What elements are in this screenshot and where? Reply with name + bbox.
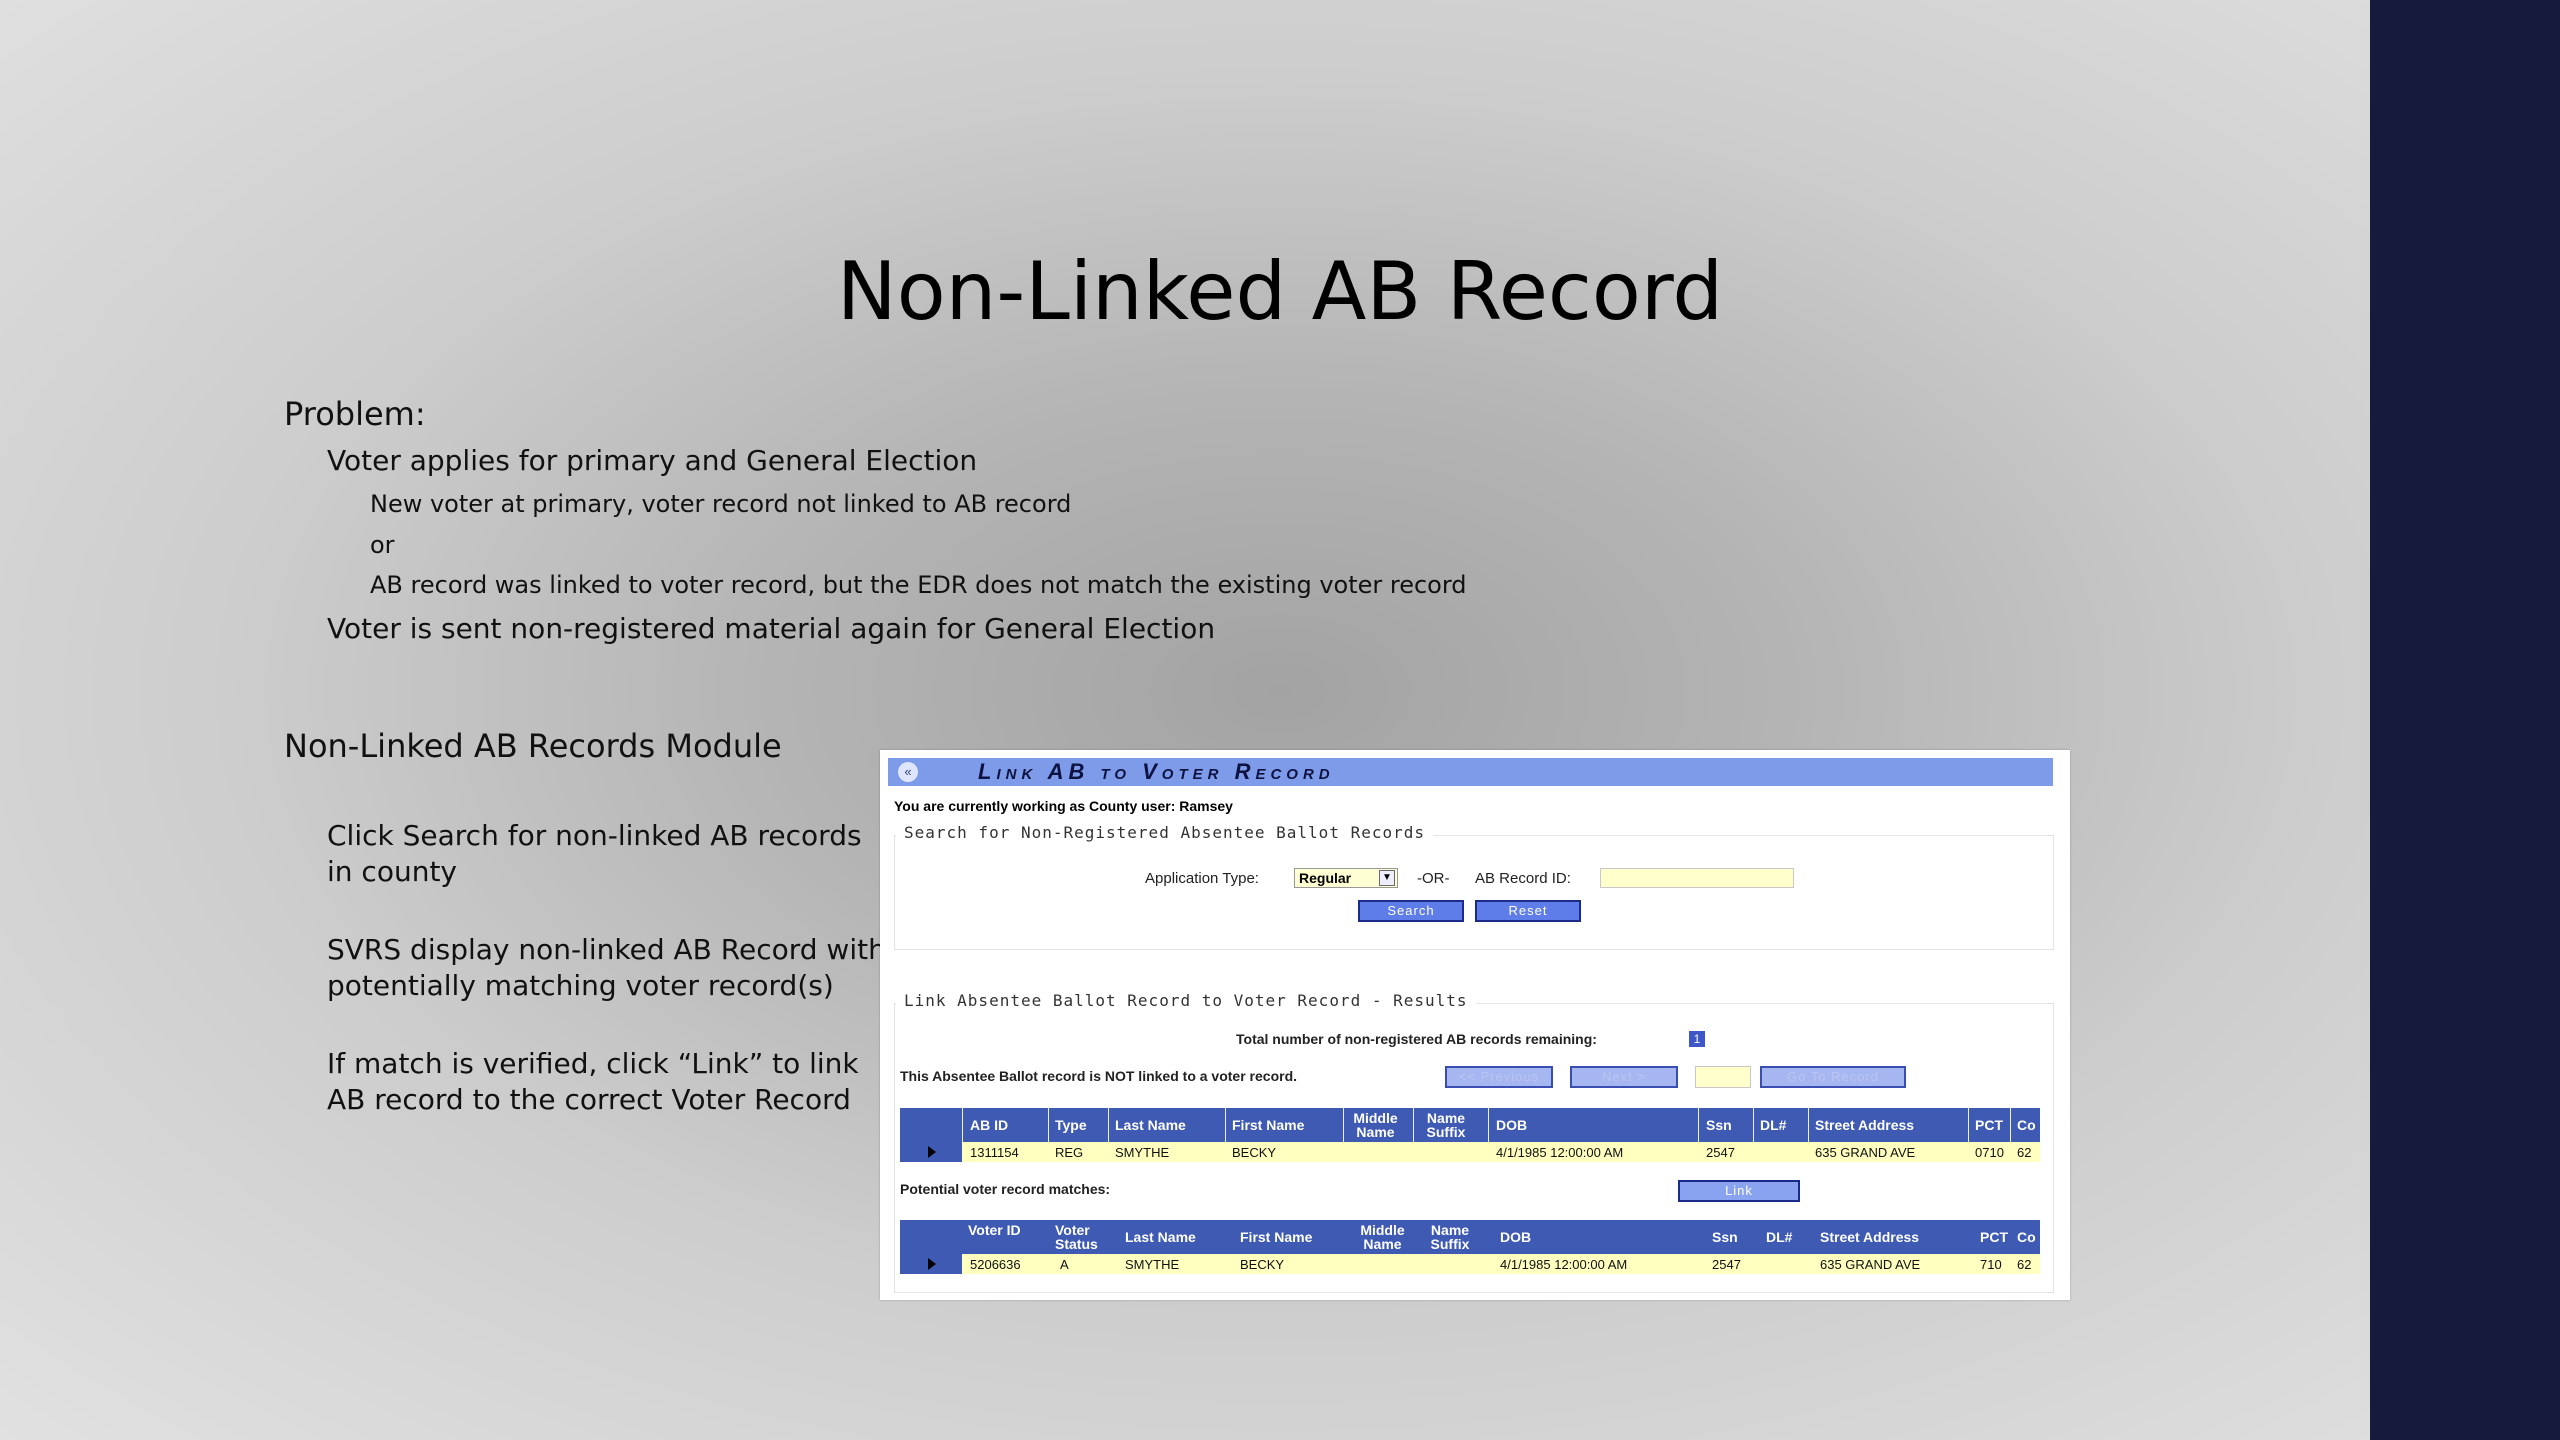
- ab-record-id-input[interactable]: [1600, 868, 1794, 888]
- ab-record-row[interactable]: 1311154 REG SMYTHE BECKY 4/1/1985 12:00:…: [900, 1142, 2040, 1162]
- next-button[interactable]: Next >: [1570, 1066, 1678, 1088]
- problem-line-1: Voter applies for primary and General El…: [327, 444, 978, 477]
- col-pct: PCT: [1980, 1229, 2008, 1245]
- play-arrow-icon: [928, 1258, 936, 1270]
- go-to-record-button[interactable]: Go To Record: [1760, 1066, 1906, 1088]
- cell-ssn: 2547: [1712, 1257, 1741, 1272]
- slide-title: Non-Linked AB Record: [836, 245, 1724, 338]
- cell-last-name: SMYTHE: [1115, 1145, 1170, 1160]
- total-remaining-count: 1: [1689, 1031, 1705, 1047]
- cell-co: 62: [2017, 1145, 2032, 1160]
- col-dob: DOB: [1500, 1229, 1532, 1245]
- ab-record-table-header: AB ID Type Last Name First Name Middle N…: [900, 1108, 2040, 1142]
- cell-pct: 0710: [1975, 1145, 2004, 1160]
- col-first-name: First Name: [1240, 1229, 1313, 1245]
- col-first-name: First Name: [1232, 1117, 1305, 1133]
- col-dl: DL#: [1766, 1229, 1793, 1245]
- col-dob: DOB: [1496, 1117, 1528, 1133]
- cell-dob: 4/1/1985 12:00:00 AM: [1496, 1145, 1624, 1160]
- problem-sub-2: AB record was linked to voter record, bu…: [370, 571, 1467, 599]
- module-heading: Non-Linked AB Records Module: [284, 727, 782, 765]
- col-ssn: Ssn: [1712, 1229, 1738, 1245]
- search-section-legend: Search for Non-Registered Absentee Ballo…: [896, 823, 1434, 842]
- results-section-legend: Link Absentee Ballot Record to Voter Rec…: [896, 991, 1476, 1010]
- cell-dob: 4/1/1985 12:00:00 AM: [1500, 1257, 1628, 1272]
- app-screenshot: « Link AB to Voter Record You are curren…: [880, 750, 2070, 1300]
- cell-street-address: 635 GRAND AVE: [1815, 1145, 1916, 1160]
- cell-first-name: BECKY: [1240, 1257, 1285, 1272]
- step-2: SVRS display non-linked AB Record with p…: [327, 933, 886, 1002]
- col-voter-status: Voter Status: [1055, 1222, 1098, 1252]
- collapse-icon[interactable]: «: [898, 762, 918, 782]
- col-ab-id: AB ID: [970, 1117, 1009, 1133]
- link-button[interactable]: Link: [1678, 1180, 1800, 1202]
- problem-heading: Problem:: [284, 395, 426, 433]
- cell-last-name: SMYTHE: [1125, 1257, 1180, 1272]
- col-street-address: Street Address: [1815, 1117, 1915, 1133]
- col-street-address: Street Address: [1820, 1229, 1920, 1245]
- row-selector[interactable]: [900, 1142, 962, 1162]
- application-type-value: Regular: [1299, 870, 1352, 886]
- play-arrow-icon: [928, 1146, 936, 1158]
- col-ssn: Ssn: [1706, 1117, 1732, 1133]
- col-voter-id: Voter ID: [968, 1222, 1021, 1238]
- right-decorative-band: [2370, 0, 2560, 1440]
- current-user-line: You are currently working as County user…: [894, 798, 1233, 814]
- col-type: Type: [1055, 1117, 1087, 1133]
- col-middle-name: Middle Name: [1353, 1110, 1398, 1140]
- problem-or: or: [370, 531, 395, 559]
- cell-ssn: 2547: [1706, 1145, 1735, 1160]
- cell-pct: 710: [1980, 1257, 2002, 1272]
- cell-voter-id: 5206636: [970, 1257, 1021, 1272]
- col-last-name: Last Name: [1125, 1229, 1196, 1245]
- cell-type: REG: [1055, 1145, 1084, 1160]
- col-pct: PCT: [1975, 1117, 2003, 1133]
- ab-record-id-label: AB Record ID:: [1475, 870, 1571, 887]
- cell-voter-status: A: [1060, 1257, 1069, 1272]
- col-name-suffix: Name Suffix: [1430, 1222, 1470, 1252]
- previous-button[interactable]: << Previous: [1445, 1066, 1553, 1088]
- go-to-record-input[interactable]: [1695, 1066, 1751, 1088]
- application-type-select[interactable]: Regular ▼: [1294, 868, 1398, 888]
- reset-button[interactable]: Reset: [1475, 900, 1581, 922]
- total-remaining-label: Total number of non-registered AB record…: [1236, 1031, 1597, 1047]
- search-section: [894, 835, 2054, 950]
- step-3: If match is verified, click “Link” to li…: [327, 1047, 859, 1116]
- app-title-bar: « Link AB to Voter Record: [888, 758, 2053, 786]
- cell-first-name: BECKY: [1232, 1145, 1277, 1160]
- chevron-down-icon[interactable]: ▼: [1379, 870, 1395, 886]
- potential-matches-label: Potential voter record matches:: [900, 1181, 1111, 1197]
- col-co: Co: [2017, 1117, 2036, 1133]
- application-type-label: Application Type:: [1145, 870, 1259, 887]
- or-label: -OR-: [1417, 870, 1450, 887]
- row-selector[interactable]: [900, 1254, 962, 1274]
- step-1: Click Search for non-linked AB records i…: [327, 819, 862, 888]
- col-co: Co: [2017, 1229, 2036, 1245]
- col-dl: DL#: [1760, 1117, 1787, 1133]
- not-linked-message: This Absentee Ballot record is NOT linke…: [900, 1068, 1298, 1084]
- col-middle-name: Middle Name: [1360, 1222, 1405, 1252]
- cell-street-address: 635 GRAND AVE: [1820, 1257, 1921, 1272]
- app-window-title: Link AB to Voter Record: [978, 759, 1335, 784]
- cell-ab-id: 1311154: [970, 1145, 1019, 1160]
- problem-sub-1: New voter at primary, voter record not l…: [370, 490, 1072, 518]
- voter-record-row[interactable]: 5206636 A SMYTHE BECKY 4/1/1985 12:00:00…: [900, 1254, 2040, 1274]
- voter-record-table-header: Voter ID Voter Status Last Name First Na…: [900, 1220, 2040, 1254]
- search-button[interactable]: Search: [1358, 900, 1464, 922]
- cell-co: 62: [2017, 1257, 2032, 1272]
- col-last-name: Last Name: [1115, 1117, 1186, 1133]
- problem-line-2: Voter is sent non-registered material ag…: [327, 612, 1216, 645]
- col-name-suffix: Name Suffix: [1426, 1110, 1466, 1140]
